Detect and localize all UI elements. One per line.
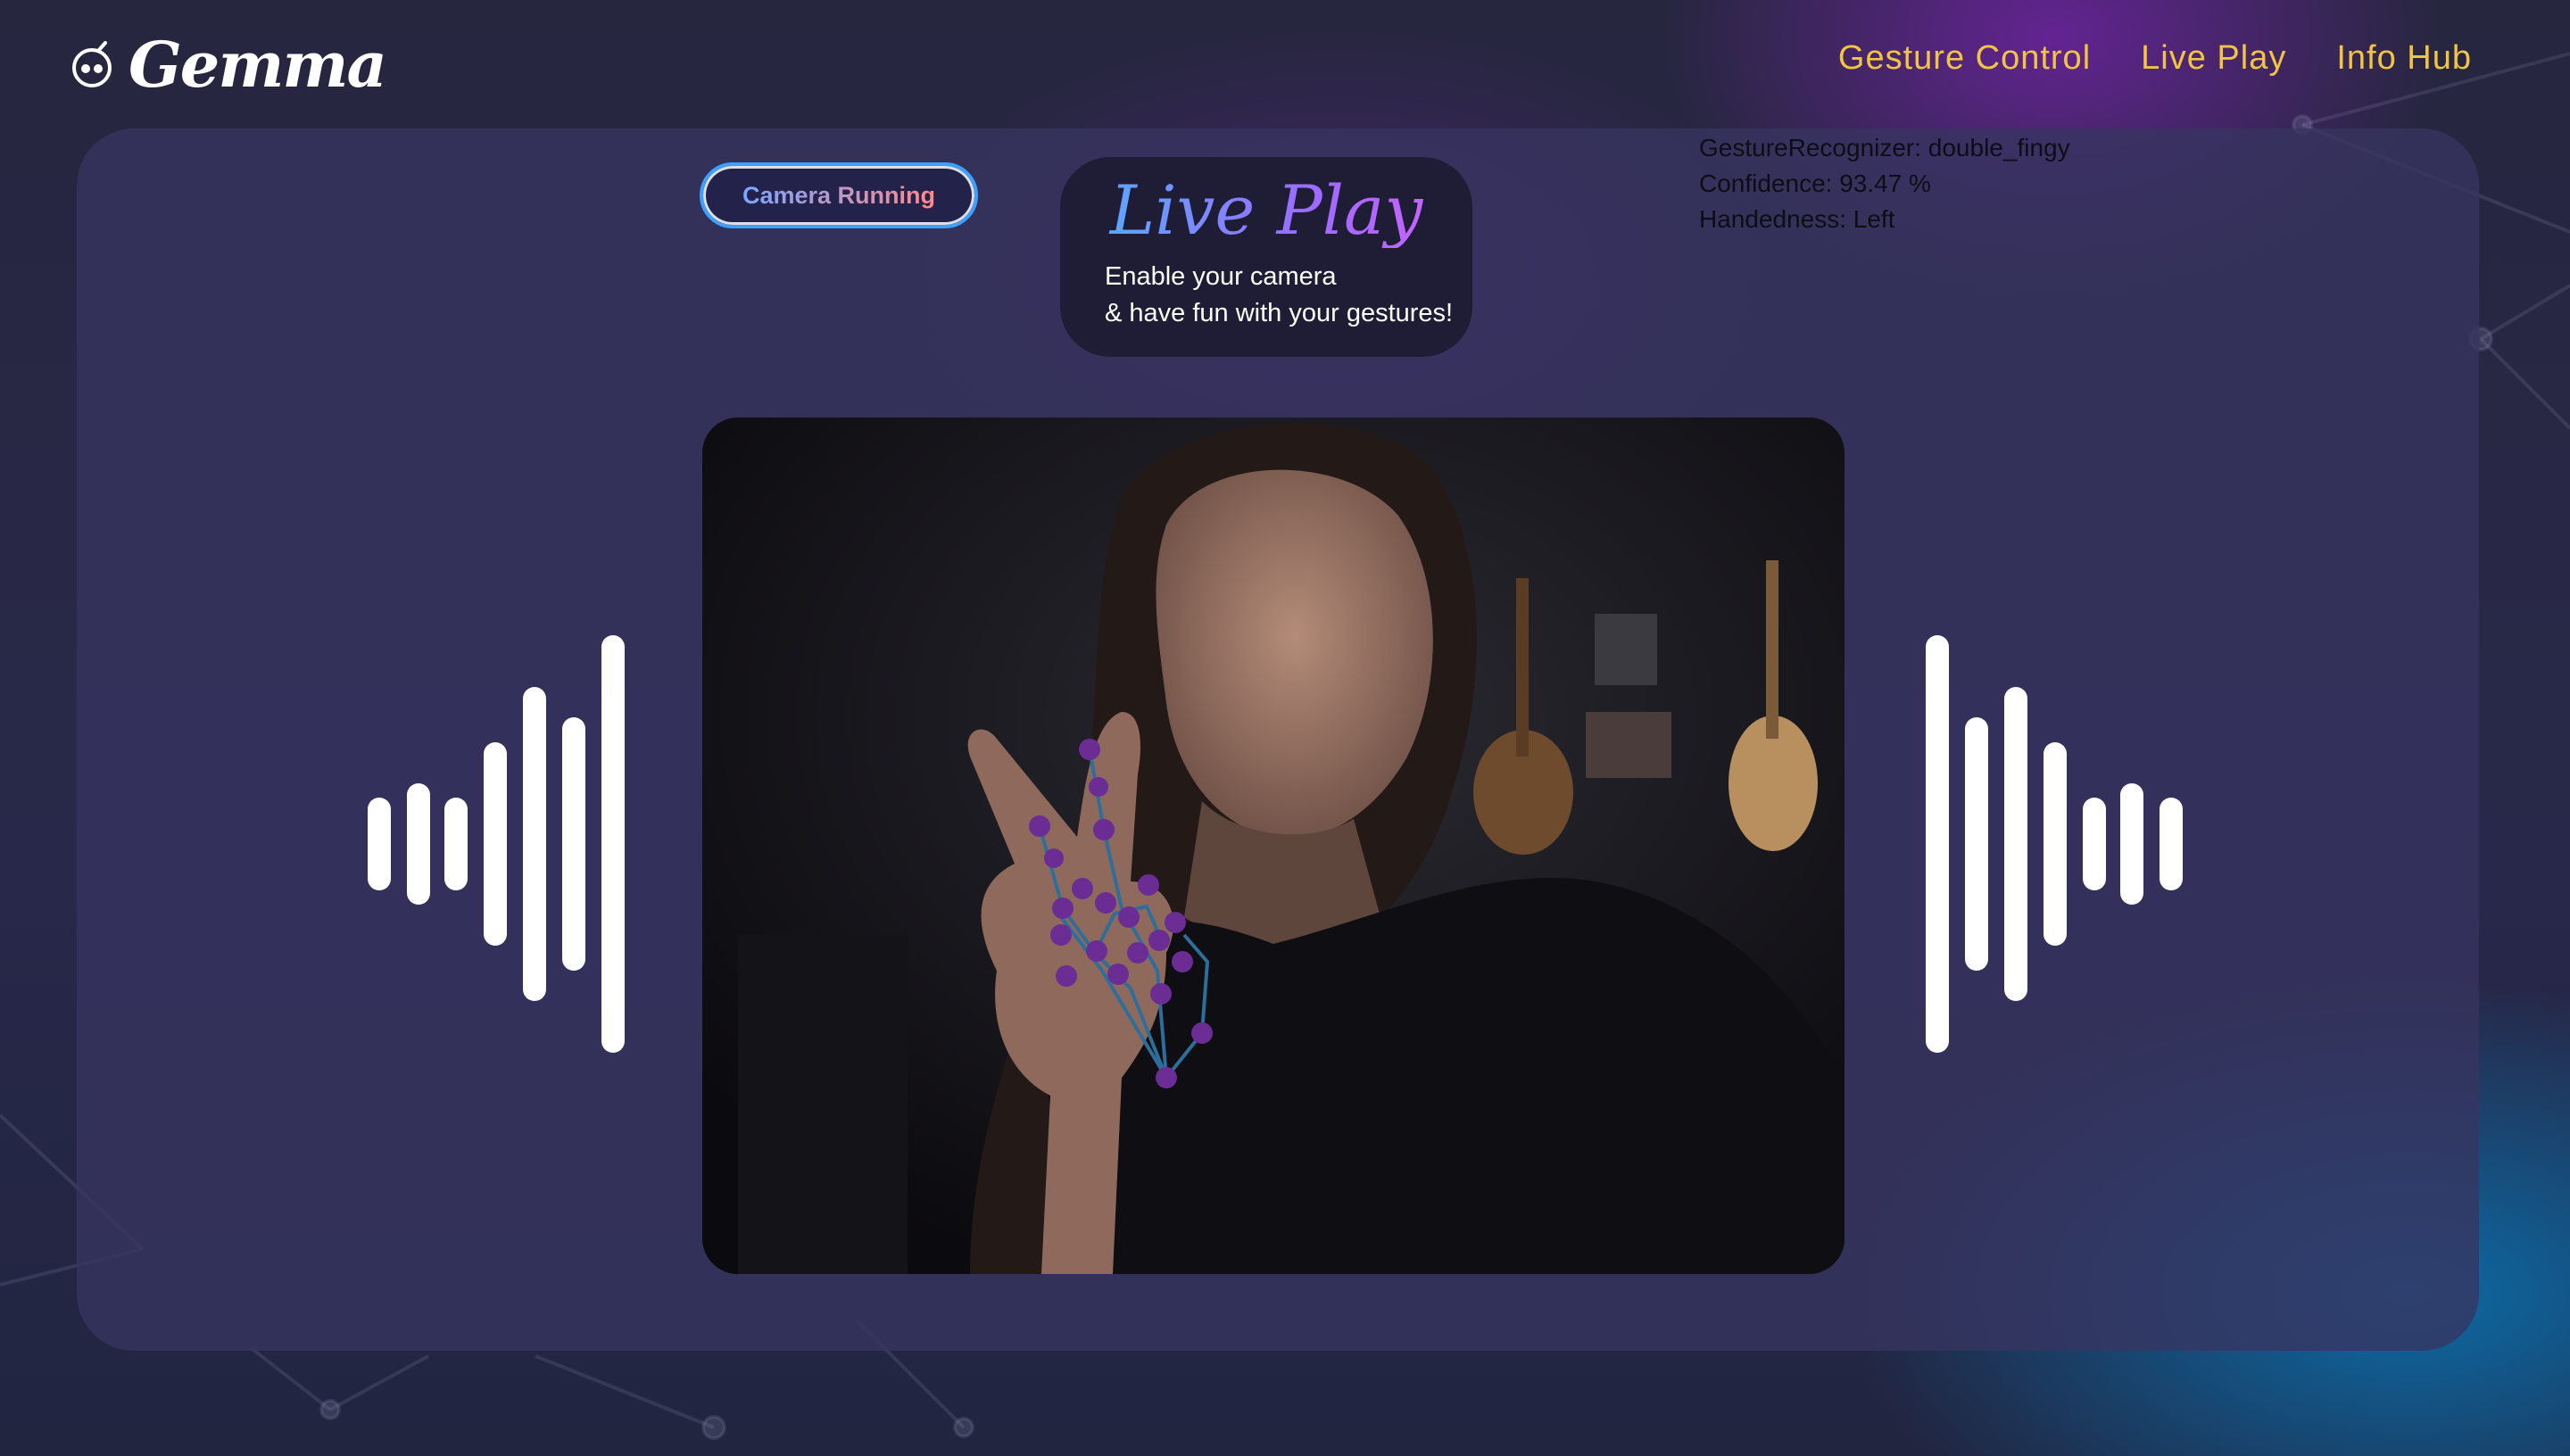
logo-text: Gemma [128,28,387,102]
camera-running-button[interactable]: Camera Running [700,162,978,228]
gesture-confidence: Confidence: 93.47 % [1699,170,1931,197]
gesture-name: GestureRecognizer: double_fingy [1699,134,2070,161]
webcam-video[interactable] [702,418,1845,1274]
nav-gesture-control[interactable]: Gesture Control [1838,39,2091,78]
description-line-2: & have fun with your gestures! [1105,299,1454,327]
title-card: Live Play Enable your camera & have fun … [1060,157,1472,357]
webcam-feed [702,418,1845,1274]
description-line-1: Enable your camera [1105,262,1337,291]
sound-wave-left-icon [368,635,625,1053]
nav-info-hub[interactable]: Info Hub [2336,39,2472,78]
gesture-handedness: Handedness: Left [1699,205,1895,233]
page-title: Live Play [1060,173,1472,248]
title-card-description: Enable your camera & have fun with your … [1105,259,1453,332]
gesture-status: GestureRecognizer: double_fingy Confiden… [1699,130,2070,237]
robot-face-icon [72,41,112,87]
logo[interactable]: Gemma [68,25,387,105]
sound-wave-right-icon [1926,635,2183,1053]
main-nav: Gesture Control Live Play Info Hub [1838,39,2472,78]
top-navigation-bar: Gemma Gesture Control Live Play Info Hub [0,0,2570,130]
camera-button-label: Camera Running [742,181,936,209]
nav-live-play[interactable]: Live Play [2141,39,2286,78]
